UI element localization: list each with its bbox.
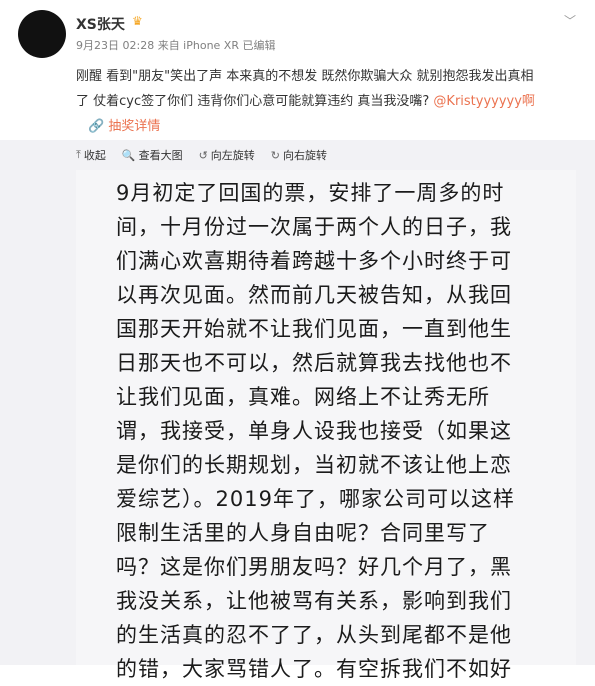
image-toolbar: ⤒ 收起 🔍 查看大图 ↺ 向左旋转 ↻ 向右旋转 [76,146,327,164]
post-text-line: 刚醒 看到"朋友"笑出了声 本来真的不想发 既然你欺骗大众 就别抱怨我发出真相 [76,69,534,84]
image-text-line: 的错，大家骂错人了。有空拆我们不如好 [116,657,512,681]
view-large-button[interactable]: 🔍 查看大图 [122,146,183,164]
post-meta: 9月23日 02:28 来自 iPhone XR 已编辑 [76,39,276,52]
image-text-line: 我没关系，让他被骂有关系，影响到我们 [116,589,512,613]
post-text-line2: 了 仗着cyc签了你们 违背你们心意可能就算违约 真当我没嘴? @Kristyy… [76,89,576,114]
rotate-left-icon: ↺ [198,148,208,162]
image-text-line: 让我们见面，真难。网络上不让秀无所 [116,385,490,409]
link-icon: 🔗 [88,119,105,134]
image-text-line: 间，十月份过一次属于两个人的日子，我 [116,215,512,239]
image-text-line: 爱综艺）。2019年了，哪家公司可以这样 [116,487,515,511]
post-image[interactable]: 9月初定了回国的票，安排了一周多的时 间，十月份过一次属于两个人的日子，我 们满… [76,170,576,681]
image-text-line: 是你们的长期规划，当初就不该让他上恋 [116,453,512,477]
lottery-details-link[interactable]: 🔗 抽奖详情 [88,114,160,139]
magnifier-icon: 🔍 [121,148,136,162]
lottery-details-label: 抽奖详情 [108,119,161,134]
image-text-line: 谓，我接受，单身人设我也接受（如果这 [116,419,512,443]
image-text-line: 日那天也不可以，然后就算我去找他也不 [116,351,512,375]
image-text-line: 的生活真的忍不了了，从头到尾都不是他 [116,623,512,647]
image-text-line: 限制生活里的人身自由呢？合同里写了 [116,521,490,545]
collapse-button[interactable]: ⤒ 收起 [76,146,106,164]
rotate-right-label: 向右旋转 [283,149,328,162]
weibo-post: XS张天 ♛ ﹀ 9月23日 02:28 来自 iPhone XR 已编辑 刚醒… [0,0,595,140]
rotate-right-button[interactable]: ↻ 向右旋转 [271,146,327,164]
collapse-arrow-icon: ⤒ [76,148,81,161]
image-text-line: 们满心欢喜期待着跨越十多个小时终于可 [116,249,512,273]
avatar[interactable] [18,10,66,58]
rotate-left-button[interactable]: ↺ 向左旋转 [199,146,255,164]
rotate-left-label: 向左旋转 [210,149,255,162]
username[interactable]: XS张天 [76,14,125,34]
post-text: 刚醒 看到"朋友"笑出了声 本来真的不想发 既然你欺骗大众 就别抱怨我发出真相 … [76,64,576,139]
rotate-right-icon: ↻ [270,148,281,162]
post-text-segment: 了 仗着cyc签了你们 违背你们心意可能就算违约 真当我没嘴? [76,94,434,109]
image-text-line: 国那天开始就不让我们见面，一直到他生 [116,317,512,341]
mention-link[interactable]: @Kristyyyyyy啊 [433,94,535,109]
view-large-label: 查看大图 [138,149,183,162]
image-text-line: 吗？这是你们男朋友吗？好几个月了，黑 [116,555,512,579]
chevron-down-icon[interactable]: ﹀ [564,12,578,28]
image-text-line: 以再次见面。然而前几天被告知，从我回 [116,283,512,307]
collapse-label: 收起 [83,149,106,162]
vip-crown-icon[interactable]: ♛ [132,14,150,28]
image-text-line: 9月初定了回国的票，安排了一周多的时 [116,181,505,205]
